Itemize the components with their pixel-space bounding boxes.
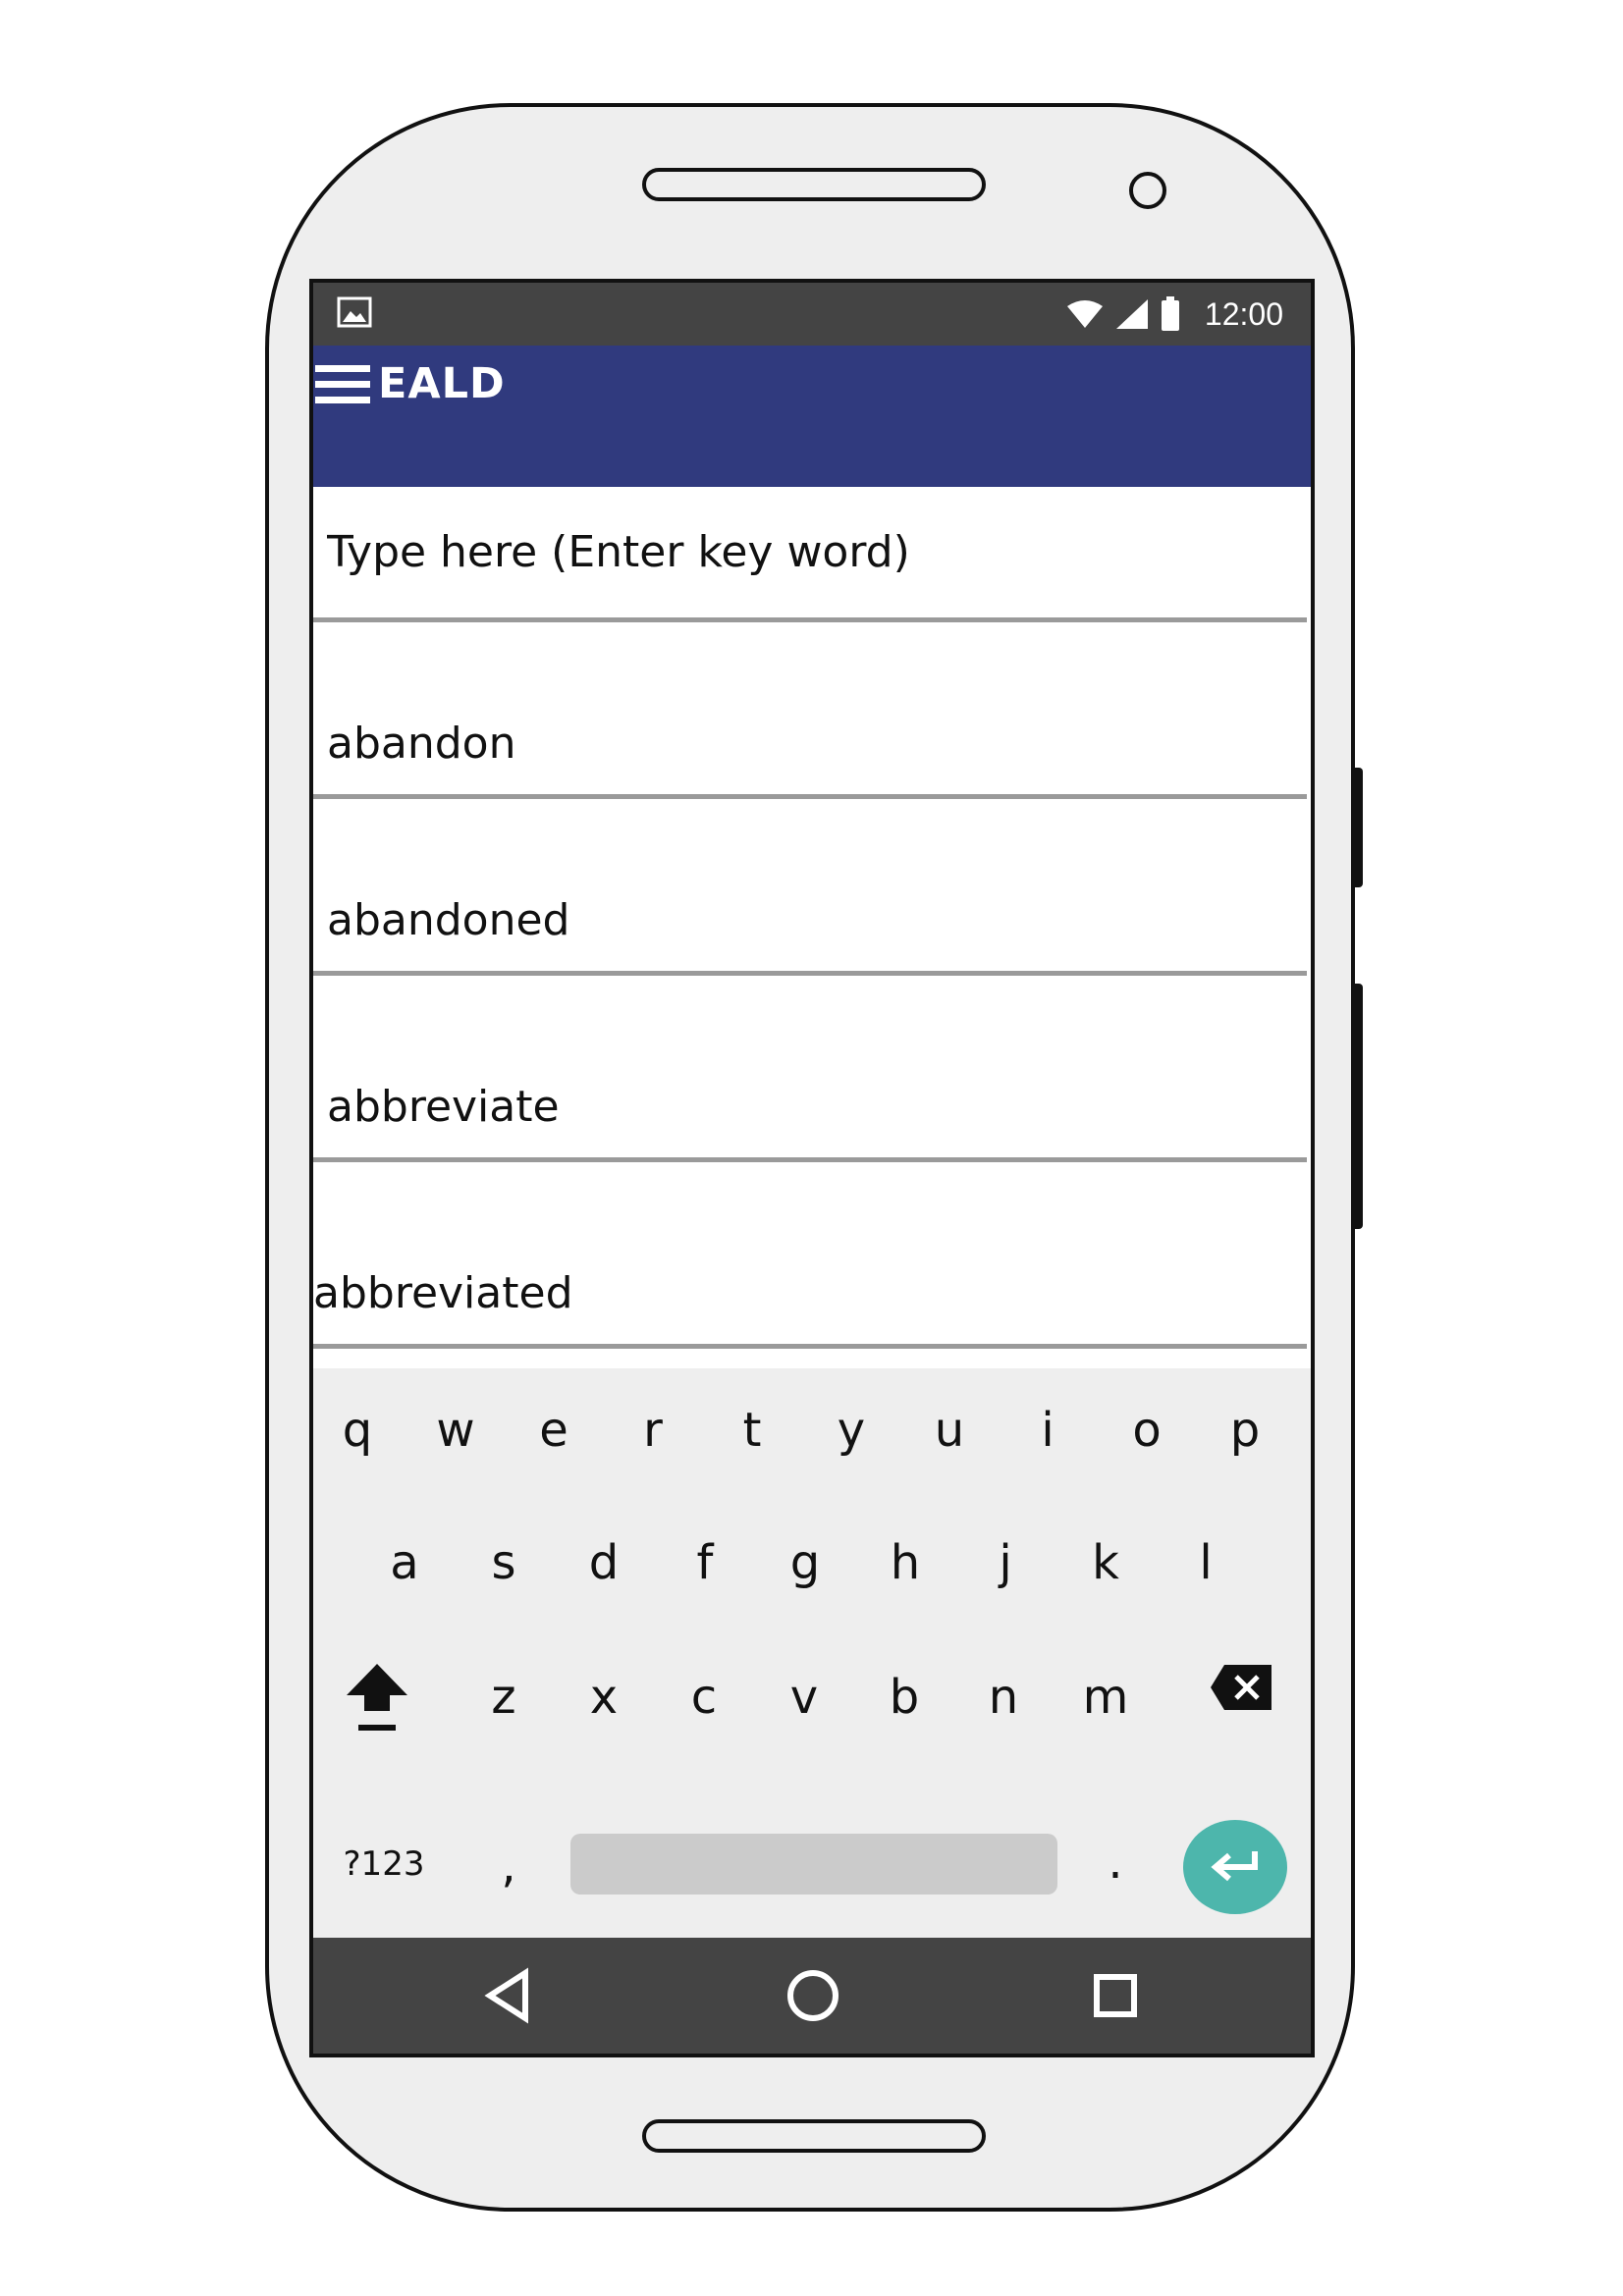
- front-camera: [1129, 172, 1166, 209]
- shift-icon: [347, 1664, 407, 1731]
- key-f[interactable]: f: [671, 1519, 739, 1607]
- key-j[interactable]: j: [971, 1519, 1040, 1607]
- word-label: abandoned: [327, 895, 570, 945]
- key-row-3: z x c v b n m: [313, 1653, 1311, 1751]
- key-c[interactable]: c: [670, 1653, 738, 1741]
- battery-icon: [1161, 296, 1179, 331]
- key-r[interactable]: r: [619, 1386, 687, 1474]
- signal-icon: [1115, 299, 1148, 329]
- word-label: abbreviated: [313, 1268, 573, 1318]
- key-d[interactable]: d: [569, 1519, 638, 1607]
- key-b[interactable]: b: [870, 1653, 939, 1741]
- shift-key[interactable]: [338, 1653, 416, 1741]
- key-q[interactable]: q: [323, 1386, 392, 1474]
- key-g[interactable]: g: [771, 1519, 839, 1607]
- backspace-key[interactable]: [1202, 1643, 1280, 1732]
- key-a[interactable]: a: [370, 1519, 439, 1607]
- bottom-speaker: [642, 2119, 986, 2153]
- back-icon[interactable]: [478, 1963, 543, 2028]
- enter-key[interactable]: [1183, 1820, 1287, 1914]
- app-bar: EALD: [313, 346, 1311, 487]
- key-w[interactable]: w: [421, 1386, 490, 1474]
- key-z[interactable]: z: [469, 1653, 538, 1741]
- word-label: abbreviate: [327, 1082, 560, 1132]
- backspace-icon: [1211, 1665, 1271, 1710]
- period-key[interactable]: .: [1081, 1818, 1150, 1906]
- word-item-abandoned[interactable]: abandoned: [313, 799, 1307, 976]
- key-l[interactable]: l: [1171, 1519, 1240, 1607]
- power-button: [1353, 768, 1363, 887]
- image-icon: [337, 296, 372, 328]
- wifi-icon: [1066, 300, 1103, 328]
- screen: 12:00 EALD abandon abandoned abbreviate …: [309, 279, 1315, 2057]
- word-list: abandon abandoned abbreviate abbreviated: [313, 622, 1307, 1349]
- recents-icon[interactable]: [1083, 1963, 1148, 2028]
- key-e[interactable]: e: [519, 1386, 588, 1474]
- word-item-abbreviate[interactable]: abbreviate: [313, 976, 1307, 1162]
- comma-key[interactable]: ,: [474, 1822, 543, 1910]
- volume-button: [1353, 984, 1363, 1229]
- key-x[interactable]: x: [569, 1653, 638, 1741]
- status-bar: 12:00: [313, 283, 1311, 346]
- key-p[interactable]: p: [1211, 1386, 1279, 1474]
- space-key[interactable]: [570, 1834, 1057, 1895]
- key-n[interactable]: n: [969, 1653, 1038, 1741]
- key-k[interactable]: k: [1071, 1519, 1140, 1607]
- word-item-abbreviated[interactable]: abbreviated: [313, 1162, 1307, 1349]
- status-time: 12:00: [1204, 295, 1283, 332]
- symbols-key[interactable]: ?123: [335, 1820, 433, 1908]
- key-m[interactable]: m: [1071, 1653, 1140, 1741]
- key-s[interactable]: s: [469, 1519, 538, 1607]
- home-icon[interactable]: [781, 1963, 845, 2028]
- key-t[interactable]: t: [718, 1386, 786, 1474]
- keyboard: q w e r t y u i o p a s d f g h j k l z …: [313, 1368, 1311, 1944]
- enter-icon: [1211, 1851, 1258, 1882]
- key-u[interactable]: u: [915, 1386, 984, 1474]
- key-o[interactable]: o: [1112, 1386, 1181, 1474]
- nav-bar: [313, 1938, 1311, 2054]
- word-item-abandon[interactable]: abandon: [313, 622, 1307, 799]
- key-v[interactable]: v: [770, 1653, 839, 1741]
- key-row-2: a s d f g h j k l: [313, 1519, 1311, 1617]
- key-i[interactable]: i: [1013, 1386, 1082, 1474]
- app-title: EALD: [378, 359, 506, 408]
- menu-icon[interactable]: [315, 365, 370, 404]
- word-label: abandon: [327, 719, 516, 769]
- status-icons: 12:00: [1065, 283, 1283, 346]
- search-input[interactable]: [313, 487, 1307, 622]
- key-h[interactable]: h: [871, 1519, 940, 1607]
- key-row-1: q w e r t y u i o p: [313, 1386, 1311, 1484]
- top-speaker: [642, 168, 986, 201]
- key-y[interactable]: y: [817, 1386, 886, 1474]
